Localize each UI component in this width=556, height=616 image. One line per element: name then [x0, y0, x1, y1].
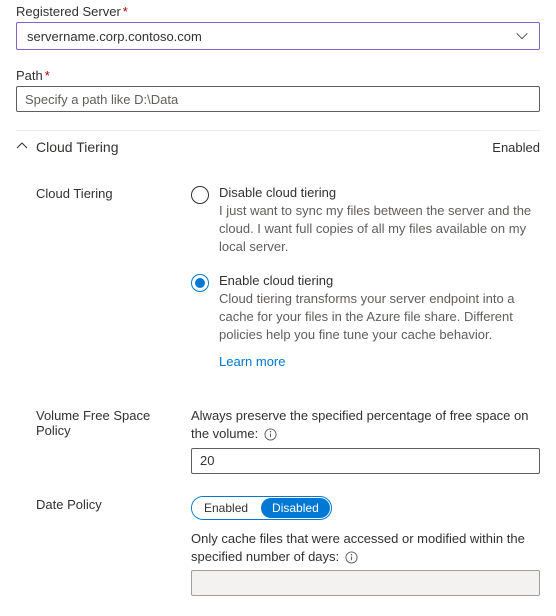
chevron-down-icon: [515, 29, 529, 43]
volume-policy-description: Always preserve the specified percentage…: [191, 407, 540, 443]
chevron-up-icon: [16, 140, 28, 155]
section-title: Cloud Tiering: [36, 139, 484, 155]
volume-policy-label: Volume Free Space Policy: [36, 407, 171, 473]
radio-description: Cloud tiering transforms your server end…: [219, 290, 540, 345]
info-icon[interactable]: [264, 428, 277, 441]
registered-server-dropdown[interactable]: servername.corp.contoso.com: [16, 22, 540, 50]
path-label: Path*: [16, 68, 540, 83]
section-status: Enabled: [492, 140, 540, 155]
path-input[interactable]: [16, 86, 540, 112]
learn-more-link[interactable]: Learn more: [219, 354, 285, 369]
toggle-enabled-option[interactable]: Enabled: [192, 497, 260, 519]
radio-icon: [191, 186, 209, 204]
radio-icon-selected: [191, 274, 209, 292]
required-asterisk: *: [45, 68, 50, 83]
toggle-disabled-option[interactable]: Disabled: [261, 498, 330, 518]
date-policy-toggle[interactable]: Enabled Disabled: [191, 496, 332, 520]
cloud-tiering-section-toggle[interactable]: Cloud Tiering Enabled: [16, 131, 540, 163]
radio-disable-cloud-tiering[interactable]: Disable cloud tiering I just want to syn…: [191, 185, 540, 257]
radio-description: I just want to sync my files between the…: [219, 202, 540, 257]
info-icon[interactable]: [345, 551, 358, 564]
registered-server-value: servername.corp.contoso.com: [27, 29, 515, 44]
date-policy-description: Only cache files that were accessed or m…: [191, 530, 540, 566]
radio-label: Disable cloud tiering: [219, 185, 540, 200]
registered-server-label: Registered Server*: [16, 4, 540, 19]
date-policy-label: Date Policy: [36, 496, 171, 596]
required-asterisk: *: [123, 4, 128, 19]
radio-enable-cloud-tiering[interactable]: Enable cloud tiering Cloud tiering trans…: [191, 273, 540, 370]
volume-free-space-input[interactable]: [191, 448, 540, 474]
date-policy-days-input: [191, 570, 540, 596]
cloud-tiering-label: Cloud Tiering: [36, 185, 171, 385]
radio-label: Enable cloud tiering: [219, 273, 540, 288]
